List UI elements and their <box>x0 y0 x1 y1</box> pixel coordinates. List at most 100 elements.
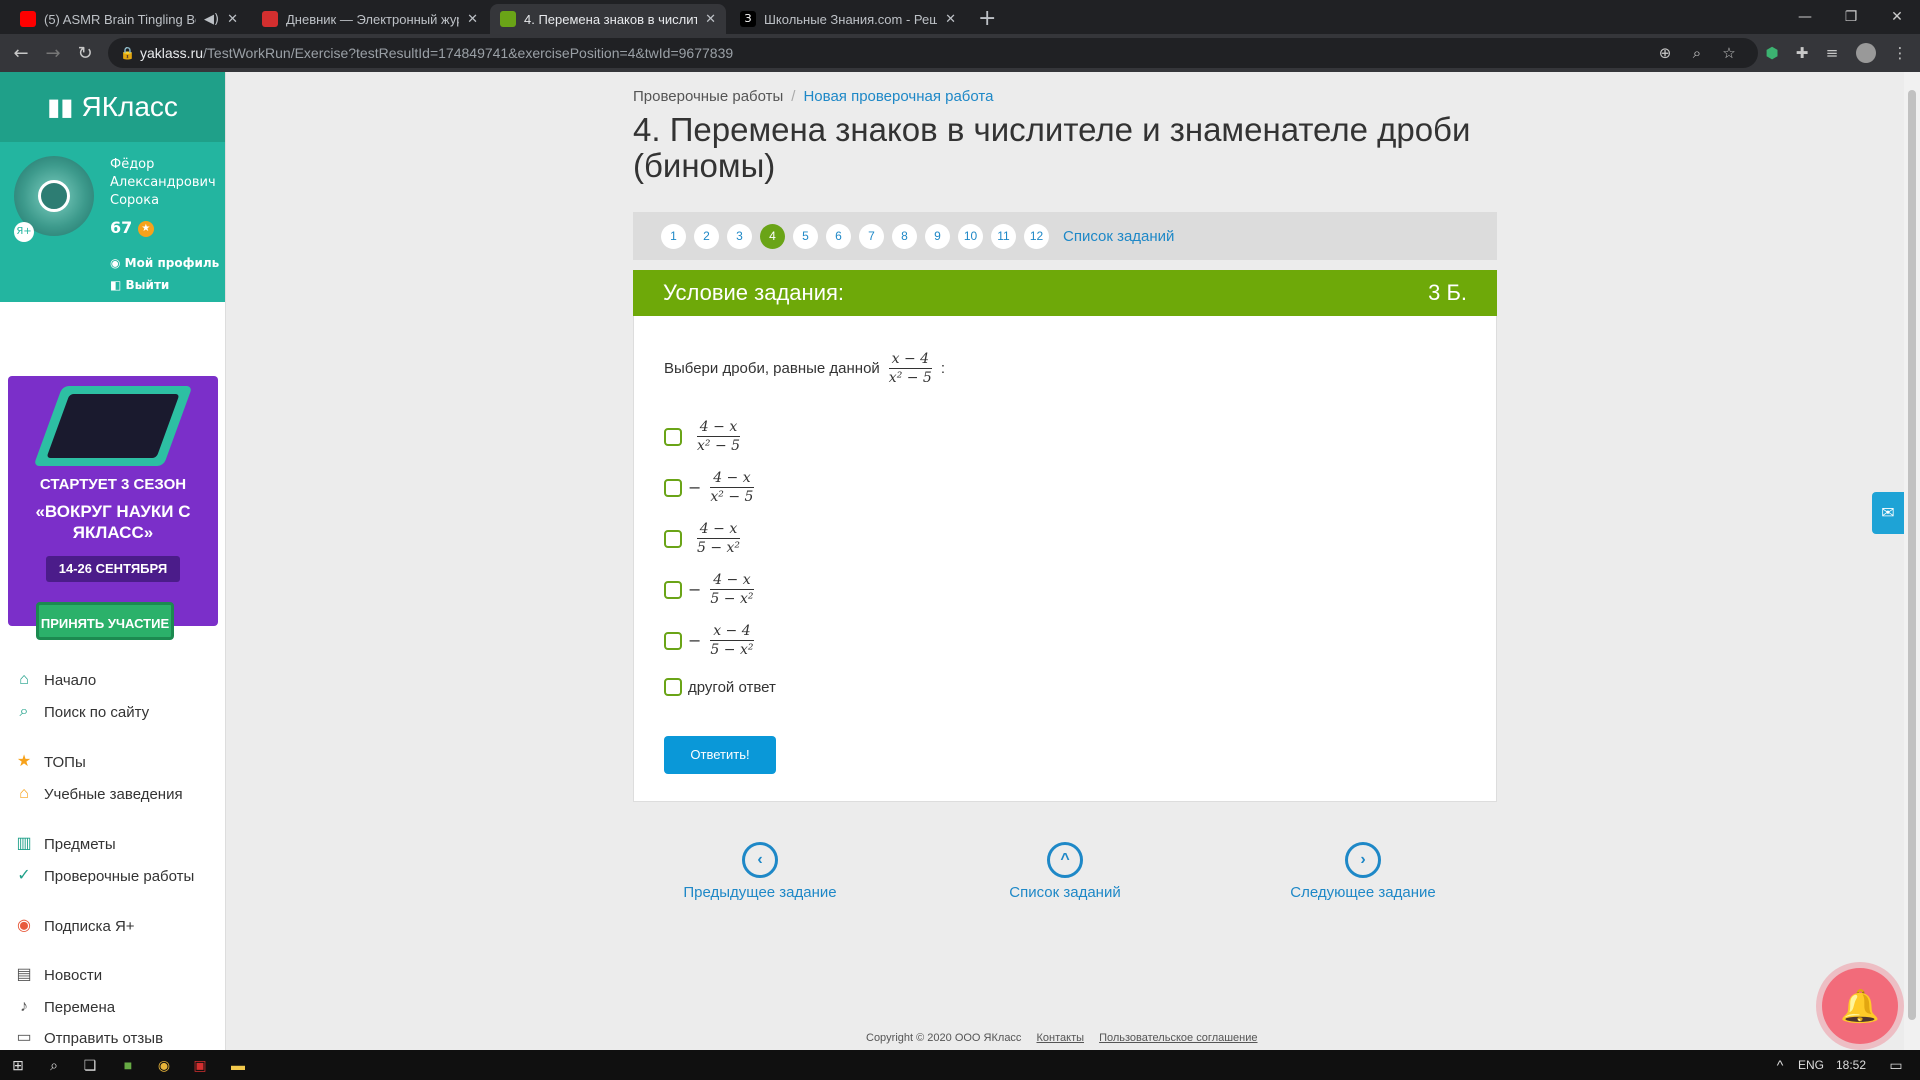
logo[interactable]: ▮▮ ЯКласс <box>0 72 225 142</box>
chrome-icon[interactable]: ◉ <box>154 1055 174 1075</box>
search-icon[interactable]: ⌕ <box>44 1055 64 1075</box>
mail-icon[interactable]: ✉ <box>1872 492 1904 534</box>
sidebar-item-subjects[interactable]: ▥ Предметы <box>14 834 116 854</box>
close-tab-icon[interactable]: ✕ <box>945 12 956 27</box>
answer-option[interactable]: − 4 − x5 − x² <box>664 571 756 608</box>
browser-tab[interactable]: З Школьные Знания.com - Решае ✕ <box>730 4 966 34</box>
logout-link[interactable]: ◧ Выйти <box>110 278 169 292</box>
bookmark-star-icon[interactable]: ☆ <box>1719 43 1739 63</box>
notifications-icon[interactable]: ▭ <box>1886 1055 1906 1075</box>
page-button[interactable]: 6 <box>826 223 851 249</box>
close-tab-icon[interactable]: ✕ <box>467 12 478 27</box>
answer-option[interactable]: 4 − x x² − 5 <box>664 418 743 455</box>
extension-icon[interactable]: ⬢ <box>1762 43 1782 63</box>
notification-bell-icon[interactable]: 🔔 <box>1822 968 1898 1044</box>
app-icon[interactable]: ▣ <box>190 1055 210 1075</box>
language-indicator[interactable]: ENG <box>1798 1058 1824 1072</box>
user-name[interactable]: Фёдор Александрович Сорока <box>110 156 220 210</box>
breadcrumb-link[interactable]: Новая проверочная работа <box>803 88 993 105</box>
book-icon: ▥ <box>16 835 32 852</box>
page-button[interactable]: 9 <box>925 223 950 249</box>
fraction-numerator: x − 4 <box>710 622 754 641</box>
avatar[interactable] <box>1856 43 1876 63</box>
answer-option[interactable]: − 4 − x x² − 5 <box>664 469 756 506</box>
next-task-link[interactable]: › Следующее задание <box>1253 842 1473 901</box>
task-list-label: Список заданий <box>1009 884 1121 901</box>
page-button[interactable]: 2 <box>694 223 719 249</box>
answer-option-other[interactable]: другой ответ <box>664 678 776 696</box>
media-icon[interactable]: ≡ <box>1822 43 1842 63</box>
breadcrumb: Проверочные работы / Новая проверочная раб… <box>633 88 993 105</box>
task-list-nav-link[interactable]: ^ Список заданий <box>955 842 1175 901</box>
menu-icon[interactable]: ⋮ <box>1890 43 1910 63</box>
browser-tab[interactable]: Дневник — Электронный журн ✕ <box>252 4 488 34</box>
sidebar-item-label: Предметы <box>44 835 116 853</box>
forward-icon[interactable]: → <box>40 40 66 66</box>
close-window-icon[interactable]: ✕ <box>1874 0 1920 34</box>
minecraft-icon[interactable]: ■ <box>118 1055 138 1075</box>
profile-link[interactable]: ◉ Мой профиль <box>110 256 219 270</box>
taskbar: ⊞ ⌕ ❏ ■ ◉ ▣ ▬ ^ ENG 18:52 ▭ <box>0 1050 1920 1080</box>
question-fraction: x − 4 x² − 5 <box>886 350 935 387</box>
minimize-icon[interactable]: — <box>1782 0 1828 34</box>
scrollbar-thumb[interactable] <box>1908 90 1916 1020</box>
mute-icon[interactable]: ◀) <box>204 12 219 27</box>
check-icon: ✓ <box>17 867 31 884</box>
new-tab-icon[interactable]: + <box>978 6 996 31</box>
puzzle-icon[interactable]: ✚ <box>1792 43 1812 63</box>
page-button[interactable]: 10 <box>958 223 983 249</box>
sidebar-item-search[interactable]: ⌕ Поиск по сайту <box>14 702 150 722</box>
restore-icon[interactable]: ❐ <box>1828 0 1874 34</box>
task-list-link[interactable]: Список заданий <box>1063 228 1174 245</box>
browser-tab-active[interactable]: 4. Перемена знаков в числител ✕ <box>490 4 726 34</box>
scrollbar[interactable] <box>1904 72 1920 1050</box>
sidebar-item-news[interactable]: ▤ Новости <box>14 965 102 985</box>
browser-tab[interactable]: (5) ASMR Brain Tingling Best ◀) ✕ <box>10 4 248 34</box>
close-tab-icon[interactable]: ✕ <box>227 12 238 27</box>
sidebar-item-break[interactable]: ♪ Перемена <box>14 997 115 1017</box>
folder-icon[interactable]: ▬ <box>228 1055 248 1075</box>
task-view-icon[interactable]: ❏ <box>80 1055 100 1075</box>
promo-participate-button[interactable]: ПРИНЯТЬ УЧАСТИЕ <box>36 602 174 640</box>
answer-option[interactable]: 4 − x5 − x² <box>664 520 743 557</box>
back-icon[interactable]: ← <box>8 40 34 66</box>
page-button[interactable]: 3 <box>727 223 752 249</box>
sidebar-item-tests[interactable]: ✓ Проверочные работы <box>14 866 194 886</box>
url-field[interactable]: 🔒 yaklass.ru/TestWorkRun/Exercise?testRe… <box>108 38 1758 68</box>
sidebar-item-label: Отправить отзыв <box>44 1029 164 1047</box>
promo-banner[interactable]: СТАРТУЕТ 3 СЕЗОН «ВОКРУГ НАУКИ С ЯКЛАСС»… <box>8 376 218 626</box>
breadcrumb-link[interactable]: Проверочные работы <box>633 88 783 105</box>
sidebar-item-feedback[interactable]: ▭ Отправить отзыв <box>14 1028 163 1048</box>
chevron-left-icon: ‹ <box>742 842 778 878</box>
checkbox[interactable] <box>664 678 682 696</box>
windows-start-icon[interactable]: ⊞ <box>8 1055 28 1075</box>
page-button[interactable]: 12 <box>1024 223 1049 249</box>
checkbox[interactable] <box>664 529 682 548</box>
page-button[interactable]: 1 <box>661 223 686 249</box>
page-button-current[interactable]: 4 <box>760 223 785 249</box>
clock[interactable]: 18:52 <box>1836 1058 1866 1072</box>
checkbox[interactable] <box>664 580 682 599</box>
zoom-icon[interactable]: ⌕ <box>1687 43 1707 63</box>
checkbox[interactable] <box>664 427 682 446</box>
close-tab-icon[interactable]: ✕ <box>705 12 716 27</box>
answer-option[interactable]: − x − 45 − x² <box>664 622 756 659</box>
sidebar-item-tops[interactable]: ★ ТОПы <box>14 752 86 772</box>
checkbox[interactable] <box>664 478 682 497</box>
reload-icon[interactable]: ↻ <box>72 40 98 66</box>
location-icon[interactable]: ⊕ <box>1655 43 1675 63</box>
agreement-link[interactable]: Пользовательское соглашение <box>1099 1032 1257 1044</box>
sidebar-item-subscription[interactable]: ◉ Подписка Я+ <box>14 916 135 936</box>
contacts-link[interactable]: Контакты <box>1037 1032 1085 1044</box>
logout-link-label: Выйти <box>125 278 170 292</box>
chevron-up-icon[interactable]: ^ <box>1770 1055 1790 1075</box>
prev-task-link[interactable]: ‹ Предыдущее задание <box>633 842 887 901</box>
page-button[interactable]: 5 <box>793 223 818 249</box>
submit-answer-button[interactable]: Ответить! <box>664 736 776 774</box>
page-button[interactable]: 11 <box>991 223 1016 249</box>
page-button[interactable]: 8 <box>892 223 917 249</box>
sidebar-item-home[interactable]: ⌂ Начало <box>14 670 96 690</box>
page-button[interactable]: 7 <box>859 223 884 249</box>
checkbox[interactable] <box>664 631 682 650</box>
sidebar-item-schools[interactable]: ⌂ Учебные заведения <box>14 784 182 804</box>
